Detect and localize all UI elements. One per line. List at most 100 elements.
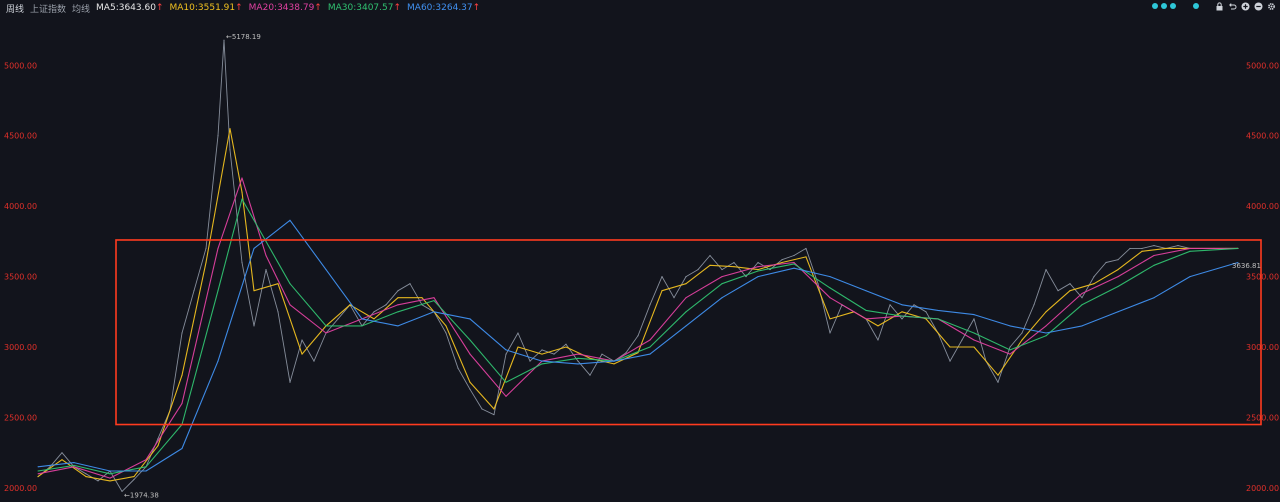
tab-ma[interactable]: 均线 <box>72 2 90 15</box>
data-point <box>781 259 783 261</box>
data-point <box>865 318 867 320</box>
y-tick-label-right: 2000.00 <box>1246 484 1279 493</box>
data-point <box>121 490 123 493</box>
y-tick-label-left: 2000.00 <box>4 484 37 493</box>
data-point <box>685 325 687 327</box>
data-point <box>1117 259 1119 261</box>
data-point <box>1117 285 1119 288</box>
data-point <box>409 283 411 285</box>
data-point <box>1141 247 1143 250</box>
data-point <box>181 374 183 376</box>
data-point <box>709 254 711 257</box>
data-point <box>373 311 375 313</box>
data-point <box>541 360 543 362</box>
data-point <box>157 445 159 447</box>
data-point <box>1177 245 1179 247</box>
data-point <box>577 360 579 362</box>
data-point <box>1105 261 1107 264</box>
data-point <box>469 381 471 383</box>
data-point <box>661 276 663 278</box>
data-point <box>109 473 111 475</box>
data-point <box>829 276 831 278</box>
data-point <box>829 287 831 289</box>
data-point <box>241 177 243 179</box>
data-point <box>973 346 975 348</box>
data-point <box>313 360 315 362</box>
y-tick-label-right: 4500.00 <box>1246 132 1279 141</box>
data-point <box>541 349 543 351</box>
data-point <box>253 290 255 292</box>
undo-icon[interactable] <box>1228 2 1237 11</box>
y-axis-right: 2000.00 2500.00 3000.00 3500.00 4000.00 4500.… <box>1246 61 1279 493</box>
data-point <box>1237 247 1239 250</box>
data-point <box>85 473 87 475</box>
data-point <box>637 335 639 337</box>
data-point <box>133 478 135 481</box>
data-point <box>1165 247 1167 250</box>
data-point <box>97 480 99 482</box>
data-point <box>145 470 147 472</box>
data-point <box>649 346 651 348</box>
data-point <box>61 459 63 461</box>
data-point <box>577 363 579 365</box>
data-point <box>1141 250 1143 252</box>
data-point <box>73 464 75 466</box>
tab-weekly[interactable]: 周线 <box>6 2 24 15</box>
indicator-dots[interactable] <box>1152 3 1199 9</box>
data-point <box>241 191 243 193</box>
extreme-value-label: ←5178.19 <box>226 33 261 41</box>
data-point <box>145 466 147 468</box>
data-point <box>625 352 627 354</box>
data-point <box>997 374 999 376</box>
data-point <box>901 315 903 317</box>
data-point <box>1081 325 1083 327</box>
data-point <box>1117 268 1119 271</box>
data-point <box>649 339 651 341</box>
data-point <box>757 266 759 268</box>
data-point <box>397 311 399 313</box>
data-point <box>601 353 603 355</box>
data-point <box>277 283 279 285</box>
data-point <box>1021 332 1023 334</box>
data-point <box>793 261 795 264</box>
data-point <box>613 360 615 362</box>
data-point <box>721 283 723 285</box>
data-point <box>517 346 519 348</box>
data-point <box>937 309 939 312</box>
data-point <box>325 325 327 327</box>
settings-icon[interactable] <box>1267 2 1276 11</box>
data-point <box>205 261 207 264</box>
data-point <box>469 388 471 390</box>
data-point <box>469 339 471 341</box>
data-point <box>973 332 975 334</box>
dot-icon <box>1193 3 1199 9</box>
data-point <box>877 339 879 341</box>
data-point <box>229 149 231 151</box>
tab-index-name[interactable]: 上证指数 <box>30 2 66 15</box>
data-point <box>697 268 699 271</box>
price-chart[interactable]: 2000.00 2500.00 3000.00 3500.00 4000.00 4500.… <box>0 16 1280 502</box>
data-point <box>973 339 975 341</box>
y-tick-label-right: 3000.00 <box>1246 343 1279 352</box>
data-point <box>1033 304 1035 306</box>
data-point <box>685 276 687 278</box>
data-point <box>529 360 531 362</box>
data-point <box>241 261 243 264</box>
data-point <box>505 349 507 351</box>
data-point <box>73 466 75 468</box>
add-icon[interactable] <box>1241 2 1250 11</box>
data-point <box>865 290 867 292</box>
lock-icon[interactable] <box>1215 2 1224 11</box>
data-point <box>1189 247 1191 250</box>
minus-icon[interactable] <box>1254 2 1263 11</box>
data-point <box>181 332 183 334</box>
data-point <box>649 304 651 306</box>
data-point <box>373 318 375 320</box>
y-tick-label-left: 2500.00 <box>4 413 37 422</box>
y-tick-label-left: 4000.00 <box>4 202 37 211</box>
data-point <box>1081 304 1083 306</box>
ma-series-line <box>37 219 1239 472</box>
data-point <box>733 261 735 264</box>
ma-series-line <box>37 177 1238 479</box>
data-point <box>265 254 267 257</box>
